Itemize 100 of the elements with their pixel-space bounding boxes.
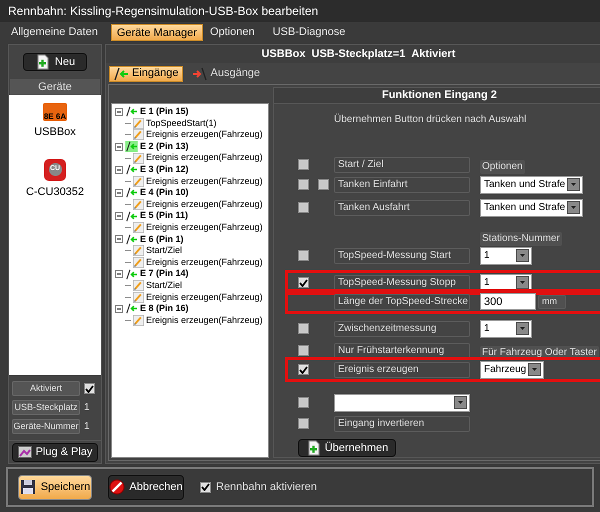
tree-leaf[interactable]: Start/Ziel [146, 278, 182, 292]
function-label: Zwischenzeitmessung [334, 320, 470, 336]
tree-node[interactable]: E 3 (Pin 12) [140, 163, 189, 177]
io-tab[interactable]: Ausgänge [188, 66, 264, 82]
property-value: 1 [84, 420, 90, 434]
tree-leaf[interactable]: Ereignis erzeugen(Fahrzeug) [146, 256, 263, 270]
tree-node[interactable]: E 6 (Pin 1) [140, 232, 184, 246]
tree-leaf[interactable]: Ereignis erzeugen(Fahrzeug) [146, 220, 263, 234]
check-icon [201, 483, 210, 491]
menu-tab[interactable]: Optionen [204, 24, 260, 40]
checkbox[interactable] [84, 383, 95, 394]
function-label: Länge der TopSpeed-Strecke [334, 294, 470, 310]
collapse-icon [115, 188, 123, 197]
pencil-icon [133, 257, 144, 268]
check-icon [299, 278, 308, 286]
option-caption: Stations-Nummer [480, 232, 562, 246]
checkbox[interactable] [298, 250, 309, 261]
menu-tab[interactable]: Allgemeine Daten [6, 24, 103, 40]
dropdown[interactable]: Tanken und Strafe [480, 198, 584, 216]
tree-leaf[interactable]: Ereignis erzeugen(Fahrzeug) [146, 151, 263, 165]
function-label: Nur Frühstarterkennung [334, 342, 470, 358]
picture-frame-icon [18, 445, 32, 459]
pencil-icon [133, 314, 144, 326]
new-document-icon [306, 440, 321, 456]
checkbox[interactable] [298, 202, 309, 213]
io-tab[interactable]: Eingänge [109, 66, 182, 82]
collapse-icon [115, 235, 123, 244]
no-entry-icon [109, 479, 126, 495]
tree-leaf[interactable]: Ereignis erzeugen(Fahrzeug) [146, 174, 263, 188]
menu-tab[interactable]: Geräte Manager [110, 24, 203, 40]
unit-label: mm [538, 294, 566, 308]
checkbox[interactable] [298, 364, 309, 375]
checkbox[interactable] [298, 345, 309, 356]
pencil-icon [133, 245, 144, 256]
function-label: TopSpeed-Messung Stopp [334, 274, 470, 290]
pencil-icon [133, 280, 144, 292]
device-name: USBBox [261, 46, 306, 62]
tree-node[interactable]: E 1 (Pin 15) [140, 105, 189, 119]
pencil-icon [133, 129, 144, 140]
panel-title: Funktionen Eingang 2 [274, 88, 600, 104]
pencil-icon [133, 152, 144, 164]
function-label: Eingang invertieren [334, 416, 470, 432]
checkbox[interactable] [200, 482, 211, 492]
dropdown[interactable]: 1 [480, 320, 532, 338]
tree-node[interactable]: E 5 (Pin 11) [140, 209, 188, 223]
collapse-icon [115, 304, 123, 313]
cancel-button[interactable]: Abbrechen [108, 474, 184, 500]
tree-leaf[interactable]: TopSpeedStart(1) [146, 116, 217, 130]
save-button[interactable]: Speichern [18, 474, 92, 500]
tree-leaf[interactable]: Ereignis erzeugen(Fahrzeug) [146, 198, 263, 212]
tree-leaf[interactable]: Ereignis erzeugen(Fahrzeug) [146, 290, 263, 304]
plug-and-play-button[interactable]: Plug & Play [12, 442, 98, 462]
device-label: USBBox [34, 125, 76, 140]
checkbox[interactable] [298, 418, 309, 429]
tree-leaf[interactable]: Ereignis erzeugen(Fahrzeug) [146, 314, 263, 328]
function-label: Tanken Ausfahrt [334, 200, 470, 216]
apply-button[interactable]: Übernehmen [298, 439, 396, 457]
collapse-icon [115, 270, 123, 278]
tree-leaf[interactable]: Ereignis erzeugen(Fahrzeug) [146, 128, 263, 142]
function-label: Ereignis erzeugen [334, 362, 470, 378]
collapse-icon [115, 142, 123, 151]
tree-node[interactable]: E 7 (Pin 14) [140, 267, 189, 281]
tree-node[interactable]: E 4 (Pin 10) [140, 186, 189, 200]
dropdown[interactable] [334, 394, 470, 412]
property-label: Aktiviert [12, 381, 80, 396]
checkbox[interactable] [298, 397, 309, 408]
list-header: Geräte [10, 79, 100, 95]
checkbox[interactable] [298, 323, 309, 334]
check-icon [299, 366, 308, 374]
tree-node[interactable]: E 8 (Pin 16) [140, 302, 189, 316]
device-slot: USB-Steckplatz=1 [312, 46, 406, 62]
collapse-icon [115, 212, 123, 220]
checkbox-label: Rennbahn aktivieren [216, 480, 317, 495]
option-caption: Optionen [480, 160, 525, 174]
dropdown[interactable]: 1 [480, 246, 532, 264]
pencil-icon [133, 222, 144, 234]
pencil-icon [133, 118, 144, 129]
length-input[interactable]: 300 [480, 293, 536, 310]
checkbox[interactable] [298, 159, 309, 170]
property-label: USB-Steckplatz [12, 400, 80, 415]
checkbox[interactable] [318, 179, 329, 190]
checkbox[interactable] [298, 277, 309, 288]
device-state: Aktiviert [411, 46, 456, 62]
checkbox[interactable] [298, 179, 309, 190]
tree-leaf[interactable]: Start/Ziel [146, 244, 182, 258]
tree-node[interactable]: E 2 (Pin 13) [140, 140, 189, 154]
dropdown[interactable]: Tanken und Strafe [480, 176, 584, 194]
collapse-icon [115, 108, 123, 116]
new-button[interactable]: Neu [23, 53, 87, 71]
hint-text: Übernehmen Button drücken nach Auswahl [334, 112, 528, 127]
device-label: C-CU30352 [26, 184, 84, 200]
function-label: Tanken Einfahrt [334, 176, 470, 192]
pencil-icon [133, 199, 144, 210]
usb-box-icon: 8E 6A [42, 103, 67, 121]
menu-tab[interactable]: USB-Diagnose [268, 24, 350, 40]
new-document-icon [34, 54, 50, 70]
pencil-icon [133, 176, 144, 187]
check-icon [85, 384, 94, 392]
collapse-icon [115, 166, 123, 174]
dropdown[interactable]: Fahrzeug [480, 360, 544, 378]
